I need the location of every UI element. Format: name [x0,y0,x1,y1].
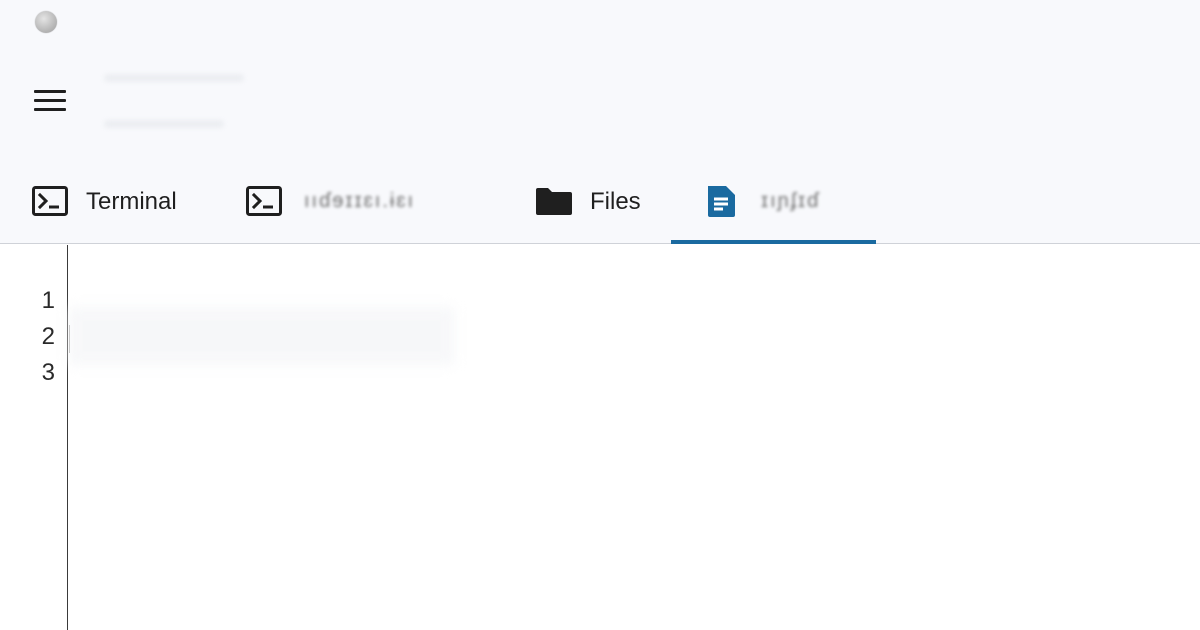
title-area [90,60,260,140]
top-bar: Terminal ııɗɘɪɪɛı.ɨɛı Files ɪıɲʄɪɗ [0,0,1200,244]
subtitle-placeholder [104,120,224,128]
text-caret [69,325,70,353]
tab-label: ɪıɲʄɪɗ [761,190,821,212]
tab-bar: Terminal ııɗɘɪɪɛı.ɨɛı Files ɪıɲʄɪɗ [0,160,1200,244]
line-number-gutter: 1 2 3 [0,245,68,630]
menu-bar-line [34,90,66,93]
tab-document[interactable]: ɪıɲʄɪɗ [671,160,876,244]
text-editor[interactable]: 1 2 3 [0,245,1200,630]
line-number: 2 [41,323,55,350]
tab-terminal-2[interactable]: ııɗɘɪɪɛı.ɨɛı [244,160,494,244]
menu-bar-line [34,99,66,102]
tab-terminal[interactable]: Terminal [30,160,200,244]
line-number: 1 [41,287,55,314]
active-tab-indicator [671,240,876,244]
tab-label: Files [590,188,641,215]
current-line-highlight [69,307,454,365]
tab-label: ııɗɘɪɪɛı.ɨɛı [304,190,416,212]
terminal-icon [32,186,68,216]
hamburger-menu-icon[interactable] [30,86,70,116]
document-icon [708,186,735,217]
menu-bar-line [34,108,66,111]
line-number: 3 [41,359,55,386]
tab-label: Terminal [86,188,177,215]
status-dot-icon [35,11,57,33]
folder-icon [536,188,572,215]
code-area[interactable] [69,245,1200,630]
terminal-icon [246,186,282,216]
title-placeholder [104,74,244,82]
tab-files[interactable]: Files [535,160,655,244]
app-window: Terminal ııɗɘɪɪɛı.ɨɛı Files ɪıɲʄɪɗ 1 2 3 [0,0,1200,630]
